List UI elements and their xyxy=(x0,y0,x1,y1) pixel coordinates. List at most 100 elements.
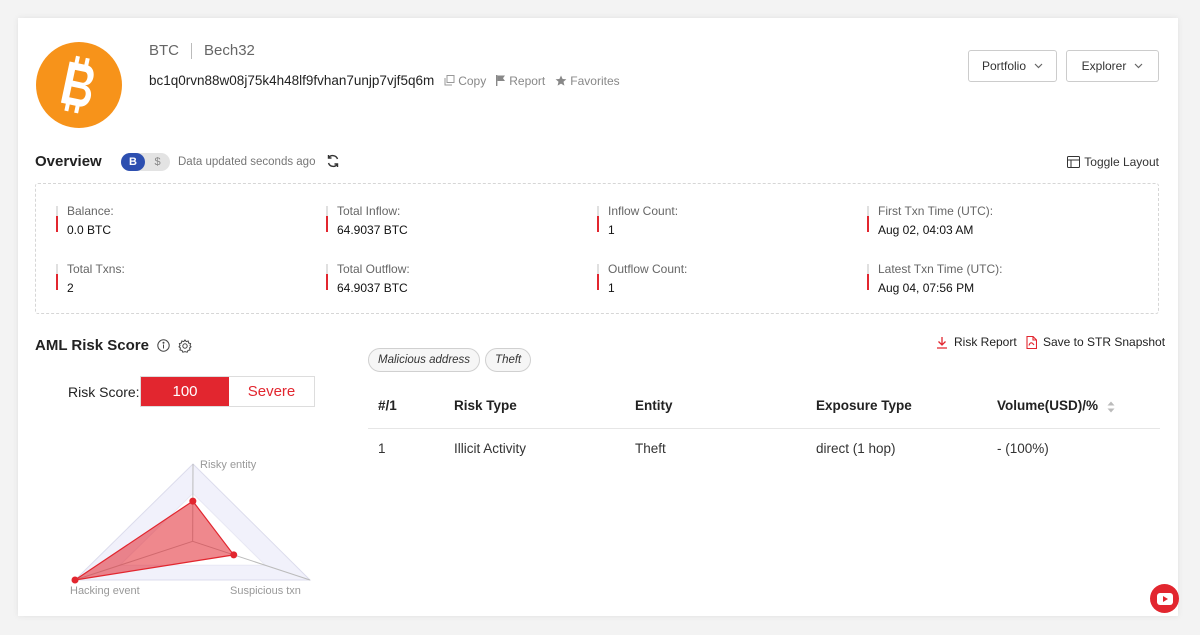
risk-radar-chart: Risky entity Hacking event Suspicious tx… xyxy=(70,459,312,597)
stat-value: 2 xyxy=(67,281,74,295)
stat-value: Aug 04, 07:56 PM xyxy=(878,281,975,295)
chevron-down-icon xyxy=(1134,63,1143,69)
radar-point-risky-entity xyxy=(189,497,197,505)
risk-score-label: Risk Score: xyxy=(68,384,140,400)
stat-value: 64.9037 BTC xyxy=(337,281,408,295)
toggle-layout-label: Toggle Layout xyxy=(1084,155,1159,169)
stat-label: Outflow Count: xyxy=(608,262,688,276)
risk-exposure-table: #/1 Risk Type Entity Exposure Type Volum… xyxy=(368,384,1160,468)
bitcoin-logo-icon xyxy=(36,42,122,128)
portfolio-label: Portfolio xyxy=(981,59,1027,73)
table-header-row: #/1 Risk Type Entity Exposure Type Volum… xyxy=(368,384,1160,429)
copy-icon xyxy=(444,75,455,86)
col-risk-type: Risk Type xyxy=(444,384,625,429)
divider xyxy=(191,42,192,59)
stat-label: Total Outflow: xyxy=(337,262,410,276)
stat-total-outflow: Total Outflow: 64.9037 BTC xyxy=(326,262,576,295)
info-icon[interactable] xyxy=(157,339,170,352)
stat-label: First Txn Time (UTC): xyxy=(878,204,994,218)
report-button[interactable]: Report xyxy=(496,74,545,88)
overview-stats-panel: Balance: 0.0 BTC Total Inflow: 64.9037 B… xyxy=(35,183,1159,314)
copy-label: Copy xyxy=(458,73,487,88)
favorites-label: Favorites xyxy=(570,73,620,88)
stat-inflow-count: Inflow Count: 1 xyxy=(597,204,847,237)
favorites-button[interactable]: Favorites xyxy=(555,73,620,88)
save-str-snapshot-button[interactable]: Save to STR Snapshot xyxy=(1026,335,1165,349)
cell-volume: - (100%) xyxy=(997,440,1049,456)
wallet-address: bc1q0rvn88w08j75k4h48lf9fvhan7unjp7vjf5q… xyxy=(149,73,435,88)
risk-tags: Malicious address Theft xyxy=(368,348,536,372)
coin-symbol: BTC xyxy=(149,42,179,59)
stat-indicator xyxy=(597,264,599,290)
pdf-file-icon xyxy=(1026,335,1037,349)
radar-point-suspicious-txn xyxy=(230,551,238,559)
save-str-label: Save to STR Snapshot xyxy=(1043,335,1166,349)
stat-indicator xyxy=(56,264,58,290)
refresh-icon[interactable] xyxy=(326,154,340,173)
col-exposure-type: Exposure Type xyxy=(806,384,987,429)
stat-balance: Balance: 0.0 BTC xyxy=(56,204,306,237)
cell-entity: Theft xyxy=(635,440,666,456)
stat-indicator xyxy=(867,264,869,290)
stat-value: 0.0 BTC xyxy=(67,223,112,237)
update-status: Data updated seconds ago xyxy=(178,156,316,168)
stat-value: Aug 02, 04:03 AM xyxy=(878,223,974,237)
stat-outflow-count: Outflow Count: 1 xyxy=(597,262,847,295)
stat-indicator xyxy=(597,206,599,232)
risk-score-value: 100 xyxy=(141,377,229,406)
stat-value: 1 xyxy=(608,223,615,237)
radar-point-hacking-event xyxy=(71,576,79,584)
col-volume-label: Volume(USD)/% xyxy=(997,398,1099,414)
stat-label: Inflow Count: xyxy=(608,204,679,218)
stat-indicator xyxy=(326,264,328,290)
stat-indicator xyxy=(326,206,328,232)
stat-value: 1 xyxy=(608,281,615,295)
layout-icon xyxy=(1067,156,1081,168)
currency-option-usd[interactable]: $ xyxy=(145,156,170,168)
stat-total-txns: Total Txns: 2 xyxy=(56,262,306,295)
risk-score-display: 100 Severe xyxy=(140,376,315,407)
address-row: bc1q0rvn88w08j75k4h48lf9fvhan7unjp7vjf5q… xyxy=(149,73,620,88)
stat-latest-txn-time: Latest Txn Time (UTC): Aug 04, 07:56 PM xyxy=(867,262,1117,295)
currency-toggle[interactable]: B $ xyxy=(121,153,170,171)
col-index: #/1 xyxy=(368,384,444,429)
sort-icon[interactable] xyxy=(1107,401,1115,413)
portfolio-dropdown[interactable]: Portfolio xyxy=(968,50,1057,82)
col-volume[interactable]: Volume(USD)/% xyxy=(987,384,1160,429)
col-entity: Entity xyxy=(625,384,806,429)
flag-icon xyxy=(496,75,506,86)
stat-total-inflow: Total Inflow: 64.9037 BTC xyxy=(326,204,576,237)
radar-label-hacking-event: Hacking event xyxy=(70,585,140,597)
stat-value: 64.9037 BTC xyxy=(337,223,408,237)
table-row: 1 Illicit Activity Theft direct (1 hop) … xyxy=(368,428,1160,468)
radar-label-suspicious-txn: Suspicious txn xyxy=(230,585,301,597)
settings-icon[interactable] xyxy=(178,338,192,353)
explorer-label: Explorer xyxy=(1081,59,1127,73)
tag-malicious-address: Malicious address xyxy=(368,348,481,372)
toggle-layout-button[interactable]: Toggle Layout xyxy=(1067,155,1159,169)
stat-first-txn-time: First Txn Time (UTC): Aug 02, 04:03 AM xyxy=(867,204,1117,237)
download-icon xyxy=(937,336,947,349)
stat-label: Total Inflow: xyxy=(337,204,401,218)
risk-report-button[interactable]: Risk Report xyxy=(936,335,1017,349)
currency-option-btc[interactable]: B xyxy=(121,153,145,171)
report-label: Report xyxy=(509,73,546,88)
chain-info: BTC Bech32 xyxy=(149,42,255,59)
radar-label-risky-entity: Risky entity xyxy=(200,459,257,471)
cell-index: 1 xyxy=(378,440,386,456)
star-icon xyxy=(555,75,567,86)
stat-indicator xyxy=(867,206,869,232)
explorer-dropdown[interactable]: Explorer xyxy=(1066,50,1159,82)
stat-label: Total Txns: xyxy=(67,262,125,276)
address-card: BTC Bech32 bc1q0rvn88w08j75k4h48lf9fvhan… xyxy=(18,18,1179,616)
cell-risk-type: Illicit Activity xyxy=(454,440,527,456)
address-format: Bech32 xyxy=(204,42,255,59)
overview-title: Overview xyxy=(35,153,102,170)
stat-label: Balance: xyxy=(67,204,114,218)
stat-indicator xyxy=(56,206,58,232)
aml-title-text: AML Risk Score xyxy=(35,337,149,354)
copy-button[interactable]: Copy xyxy=(444,74,486,88)
tag-theft: Theft xyxy=(485,348,532,372)
risk-level: Severe xyxy=(247,383,296,400)
youtube-icon[interactable] xyxy=(1150,584,1179,613)
